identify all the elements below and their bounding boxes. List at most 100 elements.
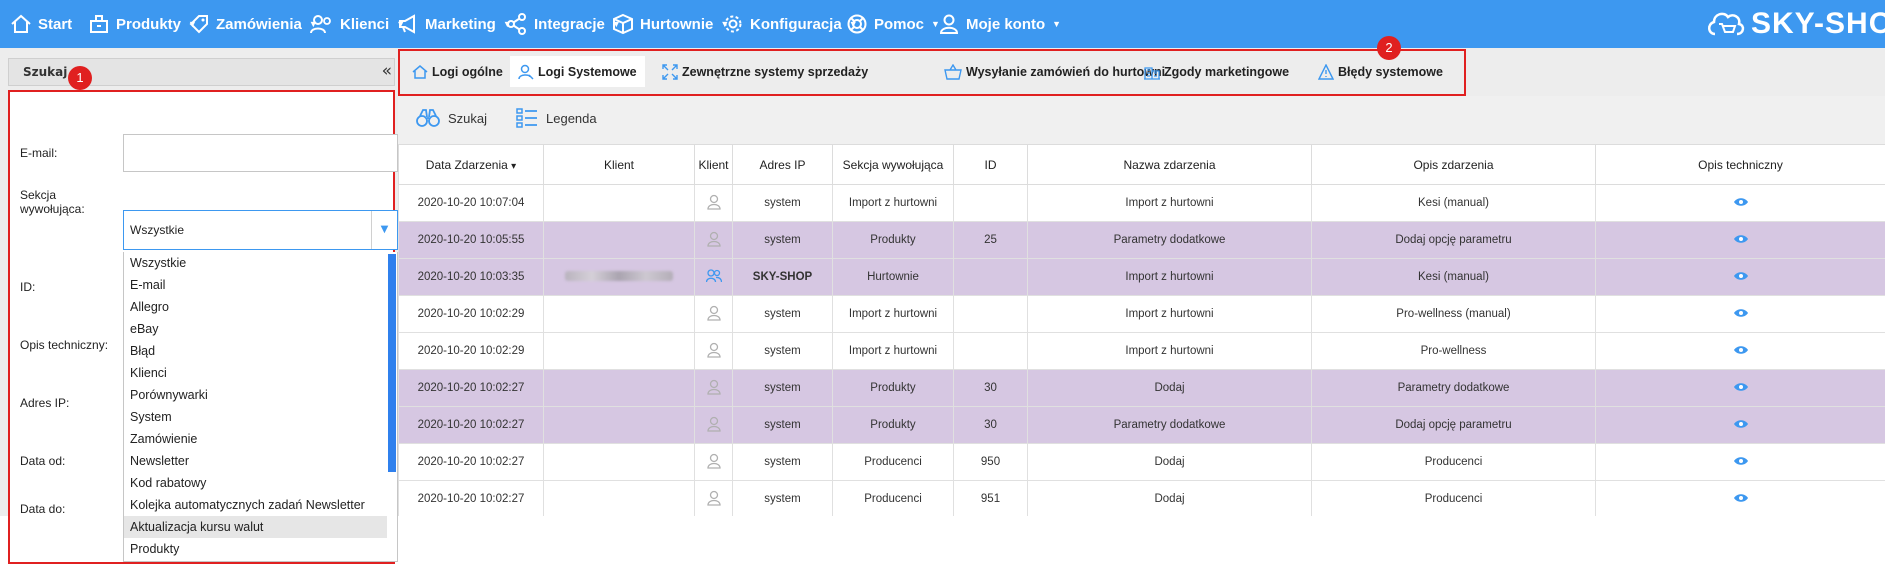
nav-item-pomoc[interactable]: Pomoc▼ (846, 0, 940, 48)
eye-icon[interactable] (1733, 383, 1749, 395)
column-header-id[interactable]: ID (954, 145, 1028, 185)
cell-tech-desc[interactable] (1596, 259, 1885, 296)
eye-icon[interactable] (1733, 235, 1749, 247)
dropdown-option[interactable]: Porównywarki (124, 384, 387, 406)
cell-tech-desc[interactable] (1596, 407, 1885, 444)
nav-item-moje-konto[interactable]: Moje konto▼ (938, 0, 1061, 48)
cell-client-icon[interactable] (695, 296, 733, 333)
megaphone-icon (397, 13, 419, 35)
logo[interactable]: SKY-SHOP (1705, 6, 1885, 42)
eye-icon[interactable] (1733, 198, 1749, 210)
cell-client-icon[interactable] (695, 481, 733, 517)
chevron-down-icon[interactable]: ▼ (371, 211, 397, 249)
table-row[interactable]: 2020-10-20 10:02:27systemProducenci950Do… (399, 444, 1885, 481)
nav-item-marketing[interactable]: Marketing▼ (397, 0, 512, 48)
cell-ip: system (733, 444, 833, 481)
cell-tech-desc[interactable] (1596, 444, 1885, 481)
dropdown-option[interactable]: System (124, 406, 387, 428)
cell-client-icon[interactable] (695, 333, 733, 370)
cell-tech-desc[interactable] (1596, 370, 1885, 407)
nav-item-integracje[interactable]: Integracje▼ (506, 0, 621, 48)
tab-zgody-marketingowe[interactable]: Zgody marketingowe (1138, 56, 1295, 87)
search-button[interactable]: Szukaj (416, 108, 487, 128)
column-header-data[interactable]: Data Zdarzenia ▾ (399, 145, 544, 185)
chevron-down-icon: ▼ (1052, 19, 1061, 29)
eye-icon[interactable] (1733, 457, 1749, 469)
user-icon[interactable] (707, 460, 721, 472)
nav-item-start[interactable]: Start (10, 0, 72, 48)
column-header-sekcja[interactable]: Sekcja wywołująca (833, 145, 954, 185)
dropdown-option-highlighted[interactable]: Aktualizacja kursu walut (124, 516, 387, 538)
table-row[interactable]: 2020-10-20 10:07:04systemImport z hurtow… (399, 185, 1885, 222)
user-icon[interactable] (707, 423, 721, 435)
users-icon[interactable] (706, 274, 722, 286)
user-icon[interactable] (707, 238, 721, 250)
tab-bledy-systemowe[interactable]: Błędy systemowe (1312, 56, 1449, 87)
eye-icon[interactable] (1733, 494, 1749, 506)
user-icon[interactable] (707, 201, 721, 213)
collapse-icon[interactable]: « (382, 61, 392, 81)
cell-client-icon[interactable] (695, 407, 733, 444)
nav-item-zamowienia[interactable]: Zamówienia▼ (188, 0, 318, 48)
data-do-label: Data do: (20, 502, 65, 516)
users-icon (310, 13, 334, 35)
dropdown-option[interactable]: Kod rabatowy (124, 472, 387, 494)
dropdown-scrollbar[interactable] (388, 254, 396, 472)
cell-tech-desc[interactable] (1596, 333, 1885, 370)
tab-zewnetrzne-systemy[interactable]: Zewnętrzne systemy sprzedaży (656, 56, 874, 87)
table-row[interactable]: 2020-10-20 10:03:35SKY-SHOPHurtownieImpo… (399, 259, 1885, 296)
eye-icon[interactable] (1733, 309, 1749, 321)
nav-item-konfiguracja[interactable]: Konfiguracja▼ (722, 0, 858, 48)
tab-wysylanie-zamowien[interactable]: Wysyłanie zamówień do hurtowni (938, 56, 1171, 87)
user-icon[interactable] (707, 312, 721, 324)
user-icon[interactable] (707, 497, 721, 509)
table-row[interactable]: 2020-10-20 10:02:29systemImport z hurtow… (399, 333, 1885, 370)
nav-item-klienci[interactable]: Klienci▼ (310, 0, 405, 48)
gear-icon (722, 13, 744, 35)
cell-tech-desc[interactable] (1596, 222, 1885, 259)
dropdown-option[interactable]: Klienci (124, 362, 387, 384)
table-row[interactable]: 2020-10-20 10:05:55systemProdukty25Param… (399, 222, 1885, 259)
eye-icon[interactable] (1733, 346, 1749, 358)
table-row[interactable]: 2020-10-20 10:02:29systemImport z hurtow… (399, 296, 1885, 333)
column-header-opis-techniczny[interactable]: Opis techniczny (1596, 145, 1885, 185)
dropdown-option[interactable]: Zamówienie (124, 428, 387, 450)
tab-logi-ogolne[interactable]: Logi ogólne (406, 56, 509, 87)
column-header-adres-ip[interactable]: Adres IP (733, 145, 833, 185)
table-row[interactable]: 2020-10-20 10:02:27systemProdukty30Dodaj… (399, 370, 1885, 407)
dropdown-option[interactable]: Wszystkie (124, 252, 387, 274)
dropdown-option[interactable]: E-mail (124, 274, 387, 296)
email-field[interactable] (123, 134, 398, 172)
dropdown-option[interactable]: Kolejka automatycznych zadań Newsletter (124, 494, 387, 516)
sekcja-select[interactable]: Wszystkie ▼ (123, 210, 398, 250)
cell-client-icon[interactable] (695, 222, 733, 259)
column-header-klient-icon[interactable]: Klient (695, 145, 733, 185)
dropdown-option[interactable]: Błąd (124, 340, 387, 362)
dropdown-option[interactable]: Newsletter (124, 450, 387, 472)
column-header-opis[interactable]: Opis zdarzenia (1312, 145, 1596, 185)
cell-date: 2020-10-20 10:05:55 (399, 222, 544, 259)
cell-client-icon[interactable] (695, 185, 733, 222)
cell-client-icon[interactable] (695, 444, 733, 481)
tab-logi-systemowe[interactable]: Logi Systemowe (510, 56, 645, 87)
cell-tech-desc[interactable] (1596, 185, 1885, 222)
dropdown-option[interactable]: Produkty (124, 538, 387, 560)
column-header-nazwa[interactable]: Nazwa zdarzenia (1028, 145, 1312, 185)
table-row[interactable]: 2020-10-20 10:02:27systemProdukty30Param… (399, 407, 1885, 444)
user-icon[interactable] (707, 349, 721, 361)
cell-tech-desc[interactable] (1596, 481, 1885, 517)
nav-item-produkty[interactable]: Produkty▼ (88, 0, 197, 48)
legend-button[interactable]: Legenda (516, 108, 597, 128)
eye-icon[interactable] (1733, 272, 1749, 284)
user-icon[interactable] (707, 386, 721, 398)
dropdown-option[interactable]: eBay (124, 318, 387, 340)
cell-tech-desc[interactable] (1596, 296, 1885, 333)
column-header-klient[interactable]: Klient (544, 145, 695, 185)
cell-client-icon[interactable] (695, 370, 733, 407)
blurred-client-name (565, 271, 673, 281)
dropdown-option[interactable]: Allegro (124, 296, 387, 318)
cell-client-icon[interactable] (695, 259, 733, 296)
nav-item-hurtownie[interactable]: Hurtownie▼ (612, 0, 729, 48)
table-row[interactable]: 2020-10-20 10:02:27systemProducenci951Do… (399, 481, 1885, 517)
eye-icon[interactable] (1733, 420, 1749, 432)
